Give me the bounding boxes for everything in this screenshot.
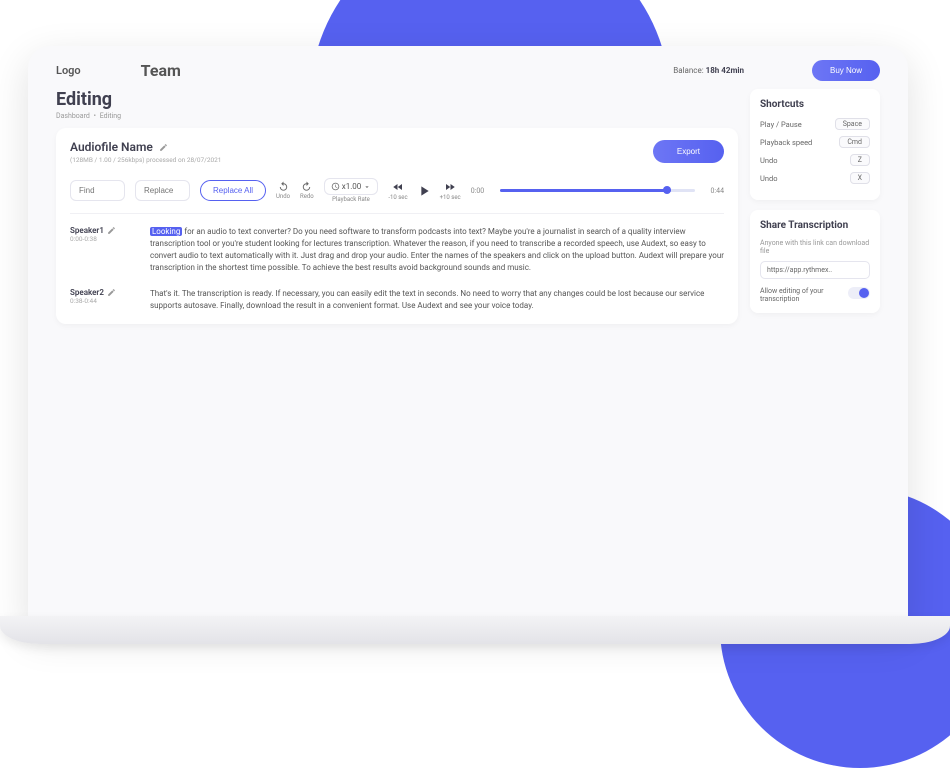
share-card: Share Transcription Anyone with this lin… xyxy=(750,210,880,313)
shortcut-key: X xyxy=(850,172,870,184)
transcript-body: That's it. The transcription is ready. I… xyxy=(150,289,704,310)
allow-editing-toggle[interactable] xyxy=(848,287,870,299)
editor-card: Audiofile Name (128MB / 1.00 / 256kbps) … xyxy=(56,128,738,324)
allow-editing-label: Allow editing of your transcription xyxy=(760,287,842,303)
redo-icon xyxy=(301,181,312,192)
shortcut-row: Play / Pause Space xyxy=(760,118,870,130)
shortcuts-title: Shortcuts xyxy=(760,99,870,110)
export-button[interactable]: Export xyxy=(653,140,724,163)
play-controls: -10 sec +10 sec xyxy=(388,181,460,201)
transcript-row: Speaker2 0:38-0:44 That's it. The transc… xyxy=(70,288,724,312)
playback-rate-control[interactable]: x1.00 Playback Rate xyxy=(324,178,379,203)
edit-name-icon[interactable] xyxy=(159,143,168,152)
back-10-label: -10 sec xyxy=(388,194,407,201)
replace-all-button[interactable]: Replace All xyxy=(200,180,266,201)
breadcrumb: Dashboard • Editing xyxy=(56,112,738,120)
team-title: Team xyxy=(141,61,181,80)
share-title: Share Transcription xyxy=(760,220,870,231)
speaker-time: 0:00-0:38 xyxy=(70,235,132,243)
fast-forward-icon xyxy=(444,181,456,193)
transcript: Speaker1 0:00-0:38 Looking for an audio … xyxy=(70,226,724,312)
transcript-row: Speaker1 0:00-0:38 Looking for an audio … xyxy=(70,226,724,274)
breadcrumb-sep: • xyxy=(94,112,96,120)
page-head: Editing Dashboard • Editing xyxy=(56,89,738,120)
undo-label: Undo xyxy=(276,193,290,200)
app-root: Logo Team Balance: 18h 42min Buy Now Edi… xyxy=(28,46,908,626)
laptop-base xyxy=(0,616,950,644)
shortcut-row: Undo Z xyxy=(760,154,870,166)
page-title: Editing xyxy=(56,89,738,110)
chevron-down-icon xyxy=(363,183,371,191)
shortcut-row: Undo X xyxy=(760,172,870,184)
transcript-text[interactable]: Looking for an audio to text converter? … xyxy=(150,226,724,274)
shortcut-label: Undo xyxy=(760,156,778,165)
undo-icon xyxy=(278,181,289,192)
buy-now-button[interactable]: Buy Now xyxy=(812,60,880,81)
time-end: 0:44 xyxy=(711,187,725,195)
toolbar: Replace All Undo Redo x1.00 xyxy=(70,172,724,214)
edit-speaker-icon[interactable] xyxy=(107,226,116,235)
shortcut-label: Undo xyxy=(760,174,778,183)
shortcuts-card: Shortcuts Play / Pause Space Playback sp… xyxy=(750,89,880,200)
balance-value: 18h 42min xyxy=(706,66,744,75)
logo[interactable]: Logo xyxy=(56,64,81,77)
topbar: Logo Team Balance: 18h 42min Buy Now xyxy=(28,46,908,89)
file-meta: (128MB / 1.00 / 256kbps) processed on 28… xyxy=(70,156,221,164)
time-start: 0:00 xyxy=(471,187,485,195)
undo-button[interactable]: Undo xyxy=(276,181,290,200)
transcript-body: for an audio to text converter? Do you n… xyxy=(150,227,724,272)
side-column: Shortcuts Play / Pause Space Playback sp… xyxy=(750,89,880,626)
highlighted-word: Looking xyxy=(150,227,182,236)
share-description: Anyone with this link can download file xyxy=(760,239,870,255)
rate-value: x1.00 xyxy=(342,182,362,191)
main-column: Editing Dashboard • Editing Audiofile Na… xyxy=(56,89,738,626)
progress-thumb[interactable] xyxy=(663,186,671,194)
shortcut-key: Space xyxy=(835,118,870,130)
share-url-field[interactable]: https://app.rythmex.. xyxy=(760,261,870,279)
file-name: Audiofile Name xyxy=(70,140,153,154)
replace-input[interactable] xyxy=(135,180,190,201)
transcript-text[interactable]: That's it. The transcription is ready. I… xyxy=(150,288,724,312)
breadcrumb-current: Editing xyxy=(100,112,121,120)
content-area: Editing Dashboard • Editing Audiofile Na… xyxy=(28,89,908,626)
shortcut-key: Cmd xyxy=(839,136,870,148)
shortcut-label: Play / Pause xyxy=(760,120,802,129)
shortcut-key: Z xyxy=(850,154,870,166)
forward-10-button[interactable]: +10 sec xyxy=(440,181,461,201)
rewind-icon xyxy=(392,181,404,193)
forward-10-label: +10 sec xyxy=(440,194,461,201)
balance-label: Balance: xyxy=(673,66,703,75)
file-header: Audiofile Name (128MB / 1.00 / 256kbps) … xyxy=(70,140,724,164)
clock-icon xyxy=(331,182,340,191)
back-10-button[interactable]: -10 sec xyxy=(388,181,407,201)
toggle-knob xyxy=(859,288,869,298)
find-input[interactable] xyxy=(70,180,125,201)
rate-label: Playback Rate xyxy=(332,196,370,203)
edit-speaker-icon[interactable] xyxy=(107,288,116,297)
breadcrumb-root[interactable]: Dashboard xyxy=(56,112,90,120)
speaker-time: 0:38-0:44 xyxy=(70,297,132,305)
laptop-screen: Logo Team Balance: 18h 42min Buy Now Edi… xyxy=(28,46,908,626)
play-button[interactable] xyxy=(416,183,432,199)
balance-text: Balance: 18h 42min xyxy=(673,66,744,75)
redo-button[interactable]: Redo xyxy=(300,181,314,200)
speaker-name: Speaker1 xyxy=(70,226,104,235)
shortcut-row: Playback speed Cmd xyxy=(760,136,870,148)
progress-fill xyxy=(500,189,671,192)
redo-label: Redo xyxy=(300,193,314,200)
progress-bar[interactable] xyxy=(500,189,694,192)
speaker-name: Speaker2 xyxy=(70,288,104,297)
shortcut-label: Playback speed xyxy=(760,138,812,147)
